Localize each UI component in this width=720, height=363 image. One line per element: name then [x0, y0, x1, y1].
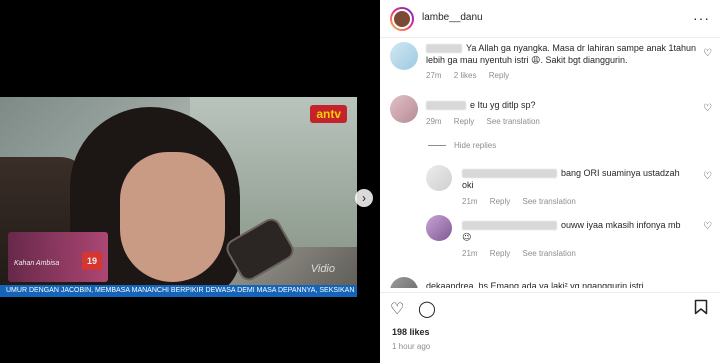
see-translation-link[interactable]: See translation: [522, 197, 575, 206]
bookmark-icon[interactable]: [694, 299, 708, 320]
more-icon[interactable]: ···: [693, 10, 710, 26]
person-face: [120, 152, 225, 282]
comment-text: Ya Allah ga nyangka. Masa dr lahiran sam…: [426, 43, 696, 65]
divider: [428, 145, 446, 147]
reply-button[interactable]: Reply: [489, 71, 509, 80]
comment-text: e Itu yg ditlp sp?: [426, 99, 696, 111]
post-timestamp: 1 hour ago: [392, 342, 431, 351]
channel-logo-text: antv: [316, 107, 341, 121]
comment-meta: 29m Reply See translation: [426, 117, 550, 126]
reply-button[interactable]: Reply: [454, 117, 474, 126]
post-header: lambe__danu ···: [380, 0, 720, 38]
promo-caption: Kahan Ambisa: [14, 260, 60, 267]
blurred-username: [462, 169, 557, 179]
comment-time: 21m: [462, 197, 478, 206]
comment-icon[interactable]: ◯: [418, 299, 436, 319]
post-panel: lambe__danu ··· Ya Allah ga nyangka. Mas…: [380, 0, 720, 363]
blurred-username: [426, 44, 462, 54]
blurred-username: [462, 221, 557, 231]
reply-button[interactable]: Reply: [490, 197, 510, 206]
comment-meta: 21m Reply See translation: [462, 197, 586, 206]
comment-meta: 21m Reply See translation: [462, 249, 586, 258]
chevron-right-icon[interactable]: ›: [355, 189, 373, 207]
comment-text: dekaandrea_hs Emang ada ya laki² yg ngan…: [426, 281, 644, 288]
post-username[interactable]: lambe__danu: [422, 12, 483, 23]
reply-button[interactable]: Reply: [490, 249, 510, 258]
avatar[interactable]: [390, 95, 418, 123]
bookmark-icon-shape: [694, 299, 708, 315]
avatar[interactable]: [426, 165, 452, 191]
avatar[interactable]: [390, 42, 418, 70]
heart-icon[interactable]: ♡: [703, 221, 712, 232]
see-translation-link[interactable]: See translation: [486, 117, 539, 126]
promo-banner: Kahan Ambisa 19: [8, 232, 108, 282]
heart-icon[interactable]: ♡: [390, 299, 404, 319]
heart-icon[interactable]: ♡: [703, 171, 712, 182]
video-frame[interactable]: antv Kahan Ambisa 19 Vidio UMUR DENGAN J…: [0, 97, 357, 297]
comment-list: Ya Allah ga nyangka. Masa dr lahiran sam…: [380, 38, 720, 288]
comment-meta: 27m 2 likes Reply: [426, 71, 519, 80]
action-bar: ♡ ◯: [380, 292, 720, 322]
heart-icon[interactable]: ♡: [703, 103, 712, 114]
promo-badge: 19: [82, 252, 102, 270]
watermark: Vidio: [310, 263, 335, 275]
heart-icon[interactable]: ♡: [703, 48, 712, 59]
hide-replies-button[interactable]: Hide replies: [428, 141, 496, 150]
comment-likes[interactable]: 2 likes: [454, 71, 477, 80]
comment-time: 29m: [426, 117, 442, 126]
comment-time: 27m: [426, 71, 442, 80]
media-pane: antv Kahan Ambisa 19 Vidio UMUR DENGAN J…: [0, 0, 380, 363]
instagram-post-view: antv Kahan Ambisa 19 Vidio UMUR DENGAN J…: [0, 0, 720, 363]
like-count[interactable]: 198 likes: [392, 327, 430, 337]
comment-time: 21m: [462, 249, 478, 258]
avatar[interactable]: [426, 215, 452, 241]
comment-text: bang ORI suaminya ustadzah oki: [462, 168, 680, 190]
avatar[interactable]: [390, 277, 418, 288]
blurred-username: [426, 101, 466, 111]
news-ticker: UMUR DENGAN JACOBIN, MEMBASA MANANCHI BE…: [0, 285, 357, 297]
avatar[interactable]: [390, 7, 414, 31]
see-translation-link[interactable]: See translation: [522, 249, 575, 258]
channel-logo: antv: [310, 105, 347, 123]
comment-text: ouww iyaa mkasih infonya mb 😉: [462, 220, 681, 242]
